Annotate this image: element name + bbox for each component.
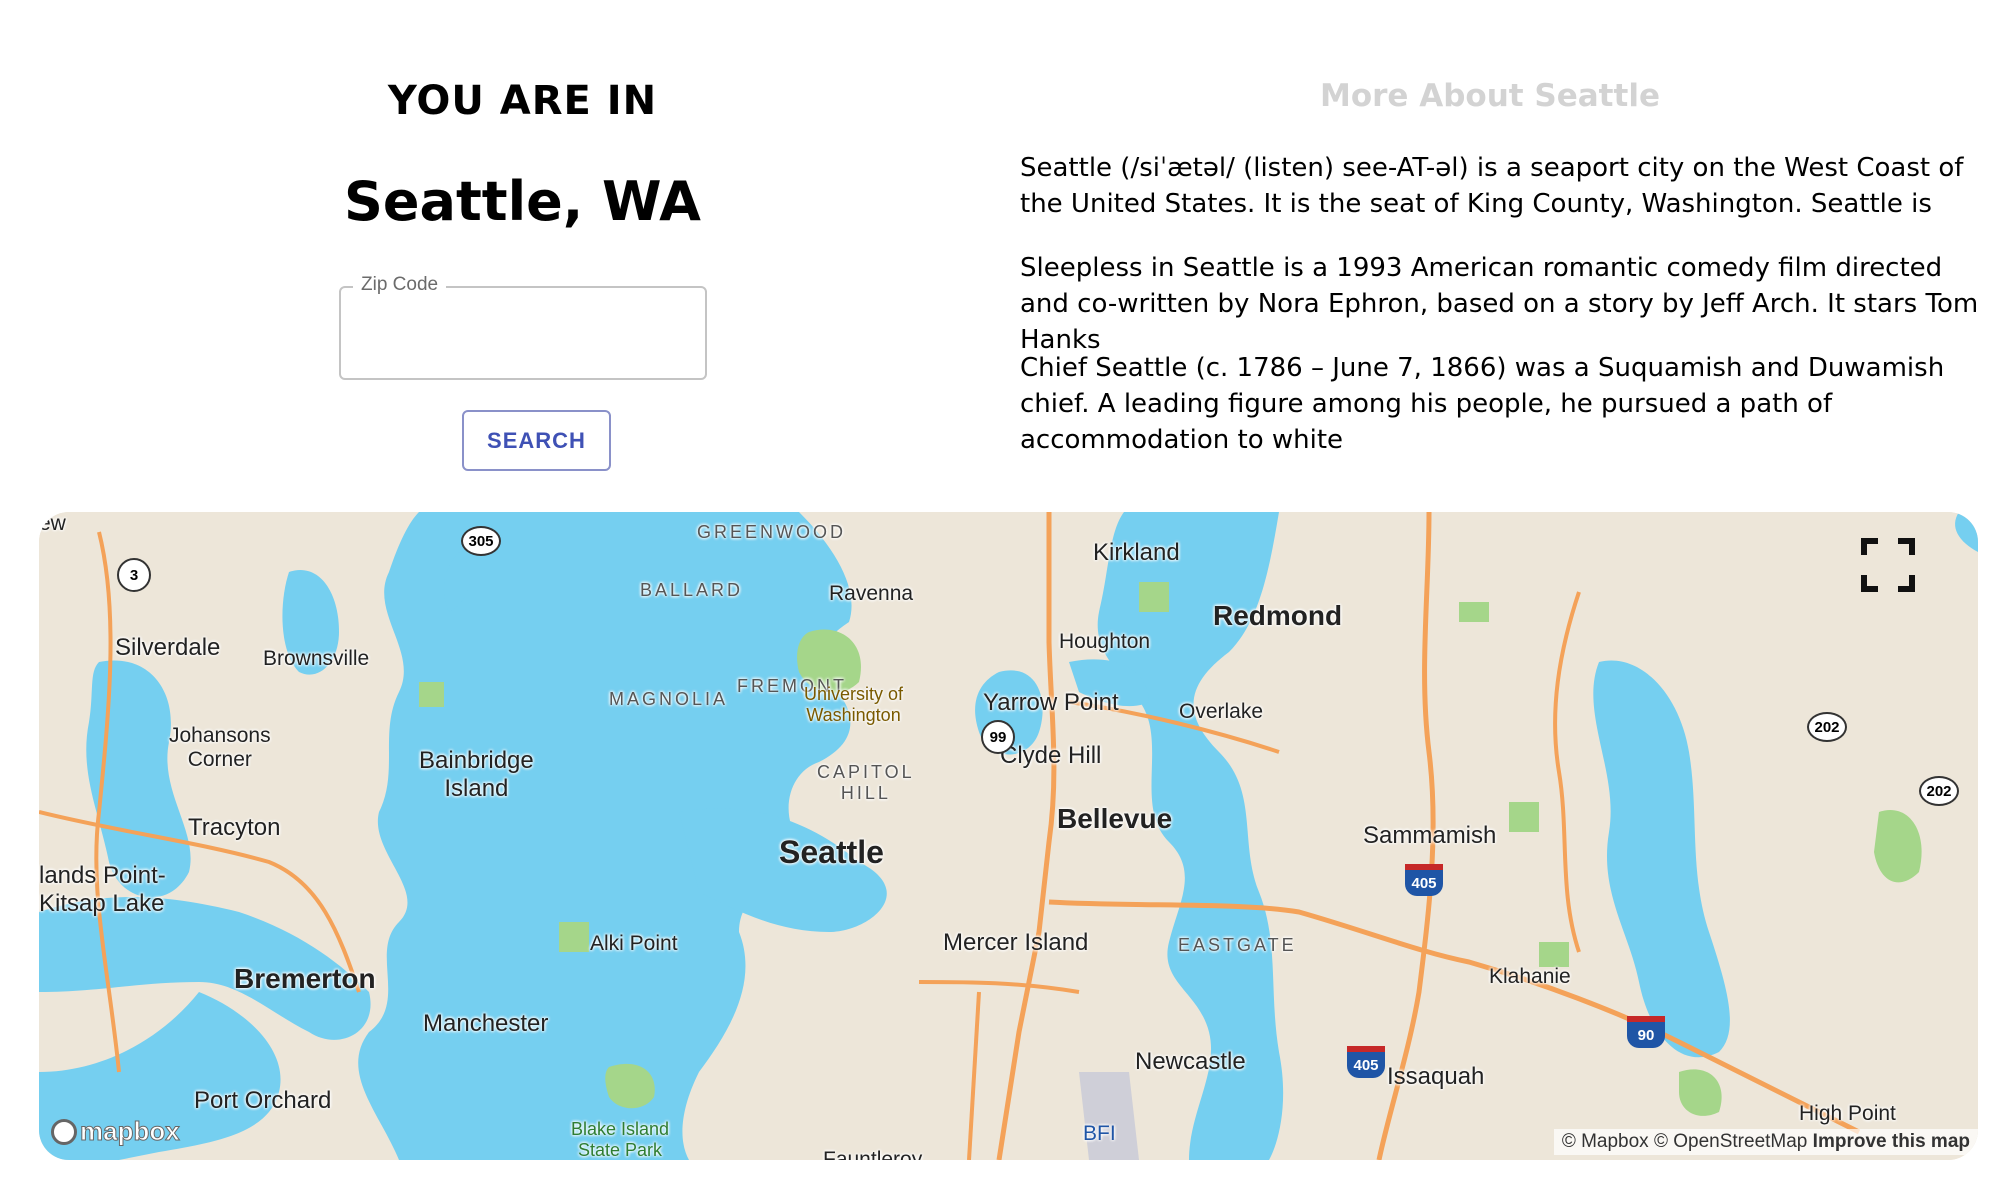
fullscreen-button[interactable] bbox=[1860, 537, 1916, 593]
mapbox-icon bbox=[51, 1118, 77, 1145]
map-label-overlake: Overlake bbox=[1179, 700, 1264, 723]
map-label-brownsville: Brownsville bbox=[263, 647, 370, 670]
zip-code-label: Zip Code bbox=[353, 274, 447, 296]
route-shield-202: 202 bbox=[1807, 712, 1847, 742]
map-label-silverdale: Silverdale bbox=[115, 634, 221, 661]
route-shield-99: 99 bbox=[981, 720, 1015, 754]
map-label-issaquah: Issaquah bbox=[1387, 1063, 1485, 1090]
map-label-blake-island-state-park: Blake Island State Park bbox=[571, 1119, 670, 1160]
zip-code-input[interactable] bbox=[357, 310, 691, 358]
improve-map-link[interactable]: Improve this map bbox=[1813, 1131, 1970, 1152]
map-label-greenwood: GREENWOOD bbox=[697, 522, 847, 542]
map-label-yarrow-point: Yarrow Point bbox=[983, 689, 1119, 716]
location-heading: YOU ARE IN bbox=[387, 78, 658, 124]
map-label-bfi: BFI bbox=[1083, 1122, 1116, 1145]
map-label-ew: ew bbox=[39, 512, 66, 535]
map-label-bellevue: Bellevue bbox=[1057, 803, 1173, 834]
map-label-bainbridge-island: Bainbridge Island bbox=[419, 747, 534, 802]
map-label-johansons-corner: Johansons Corner bbox=[169, 724, 271, 771]
map-label-newcastle: Newcastle bbox=[1135, 1048, 1246, 1075]
map-view[interactable]: GREENWOOD BALLARD Ravenna Kirkland Redmo… bbox=[39, 512, 1978, 1160]
map-attribution: © Mapbox © OpenStreetMap Improve this ma… bbox=[1553, 1129, 1978, 1155]
map-label-seattle: Seattle bbox=[779, 834, 884, 870]
map-label-ballard: BALLARD bbox=[640, 580, 744, 600]
map-label-redmond: Redmond bbox=[1213, 600, 1343, 631]
zip-code-field[interactable]: Zip Code bbox=[339, 274, 707, 380]
map-label-bremerton: Bremerton bbox=[234, 963, 376, 994]
map-label-manchester: Manchester bbox=[423, 1010, 549, 1037]
map-label-klahanie: Klahanie bbox=[1489, 965, 1571, 988]
map-label-port-orchard: Port Orchard bbox=[194, 1087, 332, 1114]
map-label-eastgate: EASTGATE bbox=[1178, 935, 1297, 955]
map-label-magnolia: MAGNOLIA bbox=[609, 689, 729, 709]
map-label-kitsap-lake: Kitsap Lake bbox=[39, 890, 165, 917]
about-paragraph: Seattle (/siˈætəl/ (listen) see-AT-əl) i… bbox=[1020, 153, 1964, 219]
map-label-high-point: High Point bbox=[1799, 1102, 1896, 1125]
mapbox-wordmark: mapbox bbox=[80, 1116, 181, 1147]
mapbox-logo[interactable]: mapbox bbox=[51, 1116, 180, 1147]
map-label-islands-point: lands Point- bbox=[39, 862, 166, 889]
route-shield-202: 202 bbox=[1919, 776, 1959, 806]
map-label-clyde-hill: Clyde Hill bbox=[1000, 742, 1102, 769]
fullscreen-icon bbox=[1861, 538, 1915, 592]
map-label-university-of-washington: University of Washington bbox=[804, 684, 904, 725]
map-label-capitol-hill: CAPITOL HILL bbox=[817, 762, 915, 803]
interstate-shield-405: 405 bbox=[1405, 864, 1443, 896]
location-panel: YOU ARE IN Seattle, WA Zip Code SEARCH bbox=[0, 0, 1045, 500]
map-label-alki-point: Alki Point bbox=[590, 932, 678, 955]
map-label-houghton: Houghton bbox=[1059, 630, 1151, 653]
city-name: Seattle, WA bbox=[344, 170, 701, 233]
about-title: More About Seattle bbox=[1320, 78, 1660, 114]
map-label-kirkland: Kirkland bbox=[1093, 539, 1180, 566]
interstate-shield-90: 90 bbox=[1627, 1016, 1665, 1048]
search-button[interactable]: SEARCH bbox=[462, 410, 611, 471]
map-base bbox=[39, 512, 1978, 1160]
map-label-fauntleroy: Fauntleroy bbox=[823, 1148, 923, 1160]
interstate-shield-405: 405 bbox=[1347, 1046, 1385, 1078]
map-label-tracyton: Tracyton bbox=[188, 814, 281, 841]
map-label-mercer-island: Mercer Island bbox=[943, 929, 1089, 956]
map-label-sammamish: Sammamish bbox=[1363, 822, 1497, 849]
about-paragraph: Sleepless in Seattle is a 1993 American … bbox=[1020, 253, 1979, 355]
map-label-ravenna: Ravenna bbox=[829, 582, 914, 605]
openstreetmap-attribution-link[interactable]: © OpenStreetMap bbox=[1654, 1131, 1807, 1152]
route-shield-305: 305 bbox=[461, 526, 501, 556]
route-shield-3: 3 bbox=[117, 558, 151, 592]
mapbox-attribution-link[interactable]: © Mapbox bbox=[1562, 1131, 1649, 1152]
about-paragraph: Chief Seattle (c. 1786 – June 7, 1866) w… bbox=[1020, 353, 1945, 455]
